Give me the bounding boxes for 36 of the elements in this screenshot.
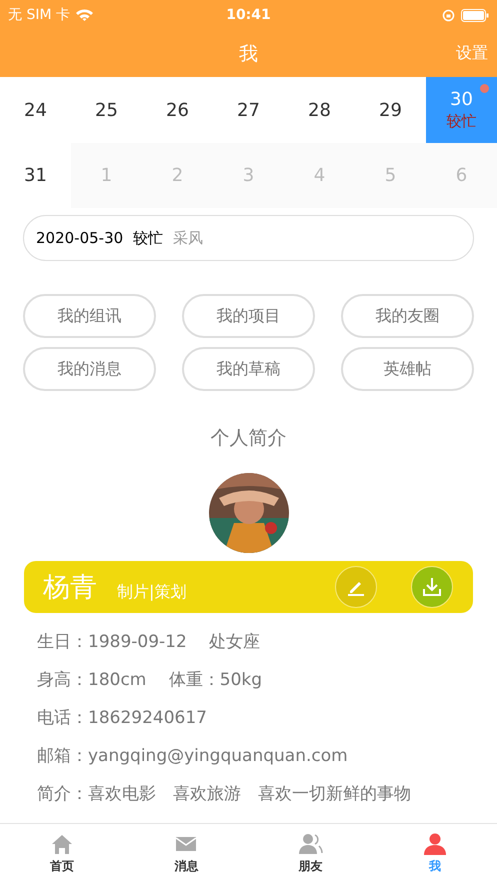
download-icon (421, 576, 443, 598)
edit-button[interactable] (335, 566, 377, 608)
tab-item[interactable]: 我 (372, 824, 497, 883)
page-title: 我 (239, 42, 258, 66)
schedule-status: 较忙 (133, 228, 164, 248)
tab-item[interactable]: 首页 (0, 824, 124, 883)
friends-icon (298, 832, 324, 856)
wifi-icon (76, 9, 93, 21)
profile-detail: 身高：180cm 体重：50kg (37, 671, 264, 689)
profile-role: 制片|策划 (117, 582, 188, 602)
tab-item[interactable]: 消息 (124, 824, 248, 883)
shortcut-button[interactable]: 我的消息 (23, 347, 156, 391)
tab-item[interactable]: 朋友 (248, 824, 373, 883)
profile-detail: 生日：1989-09-12 处女座 (37, 633, 262, 651)
profile-detail: 电话：18629240617 (37, 709, 208, 727)
calendar-day[interactable]: 30 较忙 (426, 77, 497, 143)
shortcut-button[interactable]: 我的友圈 (341, 294, 474, 338)
profile-detail: 邮箱：yangqing@yingquanquan.com (37, 747, 349, 765)
status-time: 10:41 (226, 7, 271, 23)
profile-detail: 简介：喜欢电影 喜欢旅游 喜欢一切新鲜的事物 (37, 785, 412, 803)
shortcut-button[interactable]: 我的草稿 (182, 347, 315, 391)
schedule-date: 2020-05-30 (36, 229, 124, 247)
shortcut-button[interactable]: 英雄帖 (341, 347, 474, 391)
section-title: 个人简介 (210, 426, 288, 451)
download-button[interactable] (411, 566, 453, 608)
rotation-lock-icon (442, 8, 455, 22)
profile-name: 杨青 (43, 571, 97, 605)
home-icon (50, 832, 74, 856)
shortcut-button[interactable]: 我的项目 (182, 294, 315, 338)
battery-icon (460, 8, 489, 22)
schedule-note: 采风 (173, 228, 204, 248)
carrier-text: 无 SIM 卡 (8, 6, 70, 24)
person-icon (422, 832, 447, 856)
schedule-summary[interactable]: 2020-05-30 较忙 采风 (23, 215, 474, 261)
day-status: 较忙 (446, 112, 476, 131)
shortcut-button[interactable]: 我的组讯 (23, 294, 156, 338)
